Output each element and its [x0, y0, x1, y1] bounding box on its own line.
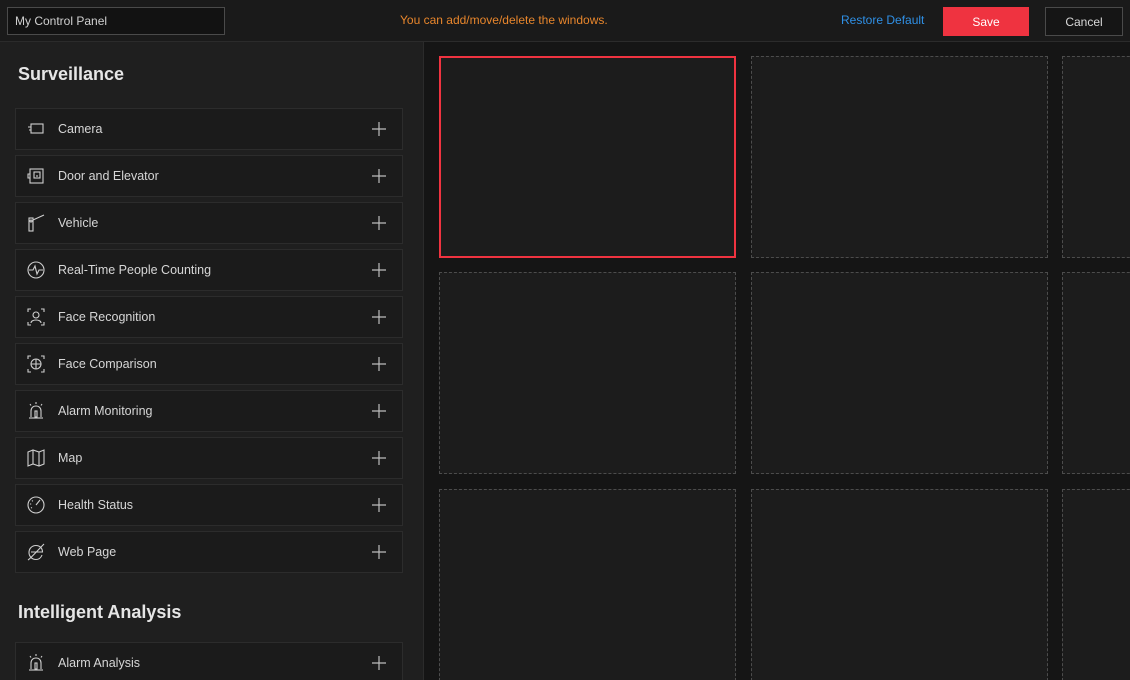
widget-label: Real-Time People Counting: [58, 263, 212, 277]
widget-label: Face Comparison: [58, 357, 157, 371]
window-slot[interactable]: [751, 56, 1048, 258]
window-slot[interactable]: [1062, 56, 1130, 258]
restore-default-link[interactable]: Restore Default: [841, 13, 924, 27]
widget-item-face-recognition[interactable]: Face Recognition: [15, 296, 403, 338]
widget-label: Door and Elevator: [58, 169, 159, 183]
window-slot[interactable]: [439, 489, 736, 680]
widget-item-health-status[interactable]: Health Status: [15, 484, 403, 526]
widget-item-camera[interactable]: Camera: [15, 108, 403, 150]
face-recognition-icon: [26, 307, 46, 327]
add-icon[interactable]: [370, 308, 388, 326]
widget-label: Alarm Monitoring: [58, 404, 153, 418]
layout-canvas: [425, 42, 1130, 680]
add-icon[interactable]: [370, 167, 388, 185]
gauge-icon: [26, 495, 46, 515]
add-icon[interactable]: [370, 543, 388, 561]
window-slot-selected[interactable]: [439, 56, 736, 258]
add-icon[interactable]: [370, 261, 388, 279]
widget-label: Health Status: [58, 498, 134, 512]
widget-label: Face Recognition: [58, 310, 156, 324]
alarm-icon: [26, 401, 46, 421]
add-icon[interactable]: [370, 355, 388, 373]
widget-label: Vehicle: [58, 216, 99, 230]
window-slot[interactable]: [751, 489, 1048, 680]
widget-item-face-comparison[interactable]: Face Comparison: [15, 343, 403, 385]
widget-item-alarm-monitoring[interactable]: Alarm Monitoring: [15, 390, 403, 432]
map-icon: [26, 448, 46, 468]
window-slot[interactable]: [1062, 272, 1130, 474]
widget-label: Alarm Analysis: [58, 656, 140, 670]
widget-label: Web Page: [58, 545, 117, 559]
widget-sidebar: Surveillance Camera Door and Elevator Ve…: [0, 42, 424, 680]
door-elevator-icon: [26, 166, 46, 186]
widget-item-web-page[interactable]: Web Page: [15, 531, 403, 573]
cancel-button[interactable]: Cancel: [1045, 7, 1123, 36]
add-icon[interactable]: [370, 449, 388, 467]
widget-item-alarm-analysis[interactable]: Alarm Analysis: [15, 642, 403, 680]
widget-item-real-time-people-counting[interactable]: Real-Time People Counting: [15, 249, 403, 291]
widget-item-vehicle[interactable]: Vehicle: [15, 202, 403, 244]
add-icon[interactable]: [370, 496, 388, 514]
vehicle-barrier-icon: [26, 213, 46, 233]
web-page-icon: [26, 542, 46, 562]
section-title-intelligent-analysis: Intelligent Analysis: [18, 602, 182, 622]
widget-label: Camera: [58, 122, 103, 136]
window-slot[interactable]: [1062, 489, 1130, 680]
face-comparison-icon: [26, 354, 46, 374]
window-slot[interactable]: [439, 272, 736, 474]
camera-icon: [26, 119, 46, 139]
widget-item-door-and-elevator[interactable]: Door and Elevator: [15, 155, 403, 197]
edit-hint: You can add/move/delete the windows.: [400, 13, 608, 27]
widget-item-map[interactable]: Map: [15, 437, 403, 479]
add-icon[interactable]: [370, 654, 388, 672]
section-title-surveillance: Surveillance: [18, 64, 125, 84]
alarm-icon: [26, 653, 46, 673]
people-counting-icon: [26, 260, 46, 280]
add-icon[interactable]: [370, 214, 388, 232]
widget-label: Map: [58, 451, 83, 465]
window-slot[interactable]: [751, 272, 1048, 474]
top-toolbar: You can add/move/delete the windows. Res…: [0, 0, 1130, 42]
add-icon[interactable]: [370, 120, 388, 138]
add-icon[interactable]: [370, 402, 388, 420]
panel-name-input[interactable]: [7, 7, 225, 35]
save-button[interactable]: Save: [943, 7, 1029, 36]
